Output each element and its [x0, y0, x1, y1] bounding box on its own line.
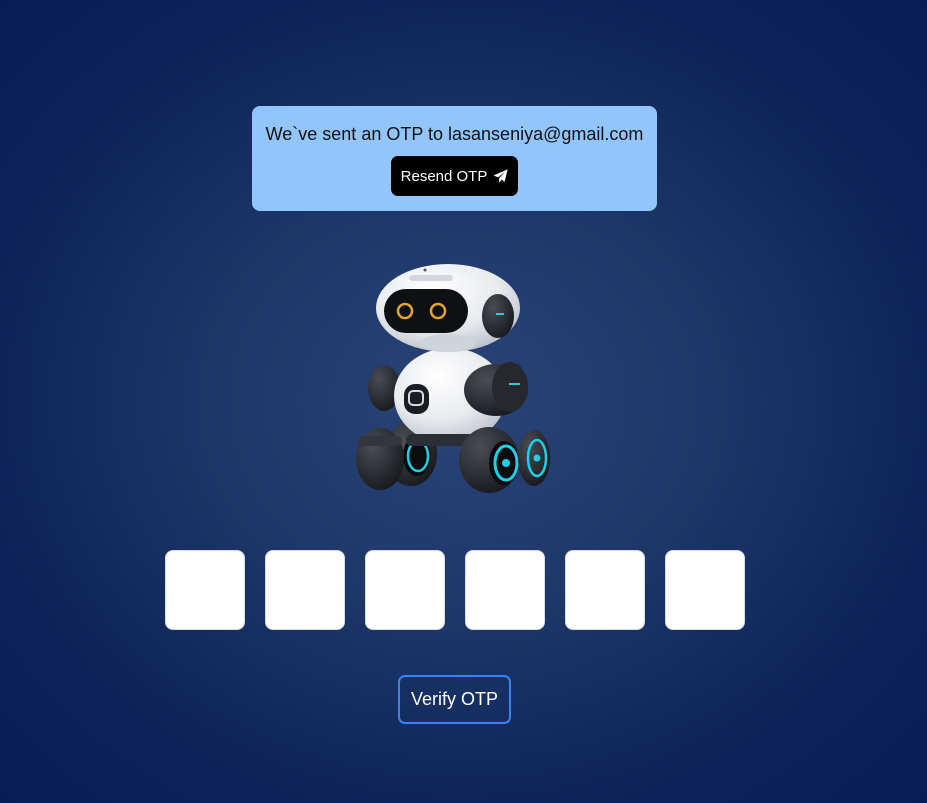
- resend-otp-label: Resend OTP: [400, 167, 488, 185]
- robot-illustration: [346, 256, 560, 500]
- paper-plane-icon: [493, 168, 508, 184]
- otp-digit-6[interactable]: [665, 550, 745, 630]
- otp-digit-2[interactable]: [265, 550, 345, 630]
- otp-digit-4[interactable]: [465, 550, 545, 630]
- wheel-front-left: [356, 428, 404, 490]
- wheel-front-right: [459, 427, 550, 493]
- verify-otp-button[interactable]: Verify OTP: [398, 675, 511, 724]
- otp-digit-5[interactable]: [565, 550, 645, 630]
- otp-digit-3[interactable]: [365, 550, 445, 630]
- resend-otp-button[interactable]: Resend OTP: [391, 156, 518, 196]
- otp-notice-card: We`ve sent an OTP to lasanseniya@gmail.c…: [252, 106, 657, 211]
- otp-sent-message: We`ve sent an OTP to lasanseniya@gmail.c…: [265, 124, 644, 144]
- otp-digit-1[interactable]: [165, 550, 245, 630]
- otp-input-group: [165, 550, 745, 630]
